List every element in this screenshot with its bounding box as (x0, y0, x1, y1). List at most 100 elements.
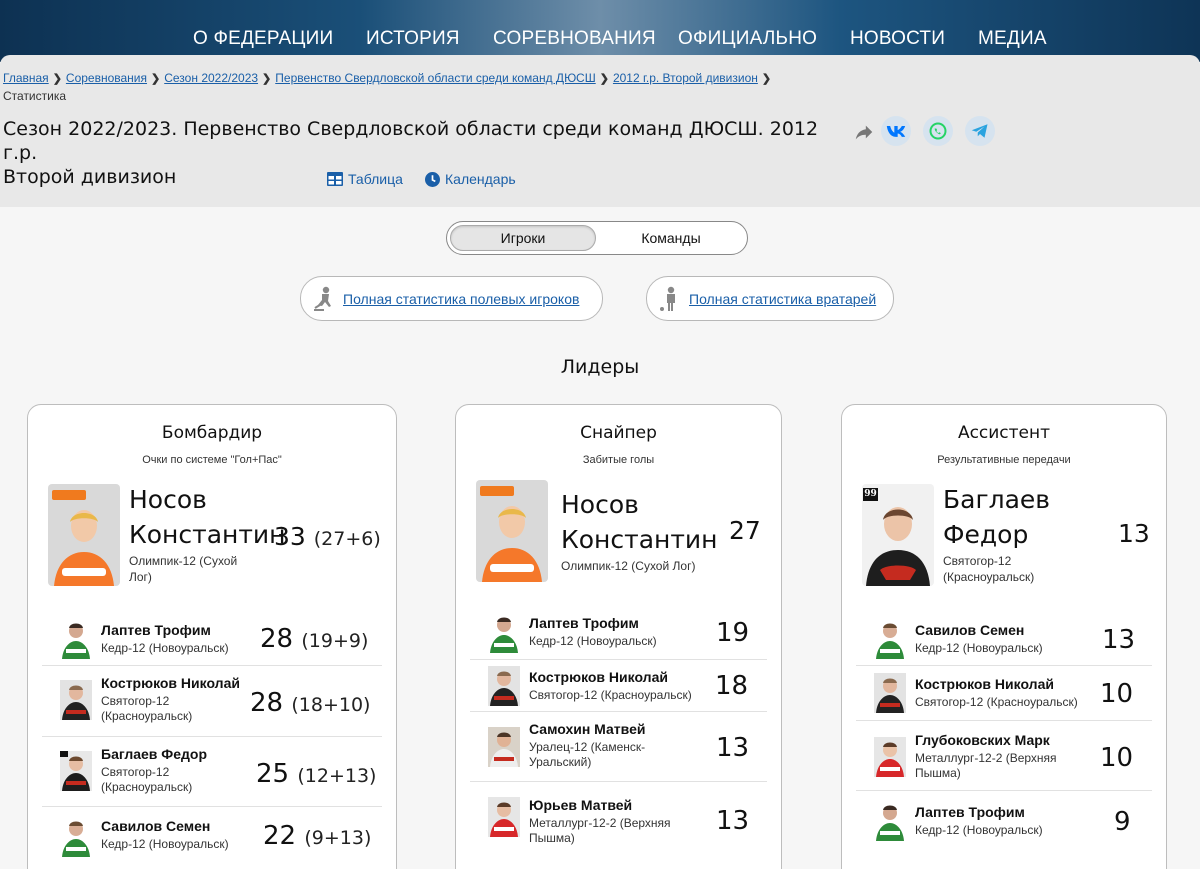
table-row[interactable]: Баглаев Федор Святогор-12 (Красноуральск… (42, 737, 382, 807)
row-player-team: Кедр-12 (Новоуральск) (915, 641, 1043, 655)
card-subtitle: Очки по системе "Гол+Пас" (142, 454, 282, 466)
leader-name[interactable]: Баглаев Федор (943, 482, 1050, 552)
row-points-detail: (12+13) (297, 765, 377, 787)
row-player-team: Святогор-12 (Красноуральск) (101, 765, 193, 794)
nav-item-federation[interactable]: О ФЕДЕРАЦИИ (193, 28, 333, 50)
row-player-team: Святогор-12 (Красноуральск) (915, 695, 1078, 709)
card-subtitle: Забитые голы (582, 454, 655, 466)
nav-item-news[interactable]: НОВОСТИ (850, 28, 945, 50)
nav-item-media[interactable]: МЕДИА (978, 28, 1047, 50)
card-title: Ассистент (957, 423, 1051, 443)
row-player-team: Кедр-12 (Новоуральск) (101, 837, 229, 851)
leader-name[interactable]: Носов Константин (561, 487, 718, 557)
row-player-name: Глубоковских Марк (915, 732, 1050, 748)
breadcrumb-home[interactable]: Главная (3, 71, 49, 85)
player-photo-icon (476, 480, 548, 582)
row-player-team: Металлург-12-2 (Верхняя Пышма) (529, 816, 671, 845)
leader-photo[interactable] (48, 484, 120, 586)
card-title: Бомбардир (161, 423, 263, 443)
card-assistant: Ассистент Результативные передачи 99 Баг… (841, 404, 1167, 869)
row-player-name: Лаптев Трофим (915, 804, 1025, 820)
telegram-share-button[interactable] (965, 116, 995, 146)
player-avatar-icon (60, 680, 92, 720)
leader-value: 13 (1118, 519, 1150, 548)
goalie-icon (660, 286, 675, 311)
vk-icon (886, 126, 906, 137)
table-row[interactable]: Глубоковских Марк Металлург-12-2 (Верхня… (856, 721, 1152, 791)
nav-item-official[interactable]: ОФИЦИАЛЬНО (678, 28, 817, 50)
row-player-name: Кострюков Николай (101, 675, 240, 691)
row-points: 10 (1100, 679, 1134, 709)
row-points: 9 (1114, 807, 1131, 837)
row-player-name: Лаптев Трофим (529, 615, 639, 631)
row-points: 25 (256, 759, 290, 789)
leader-photo[interactable]: 99 (862, 484, 934, 586)
table-row[interactable]: Кострюков Николай Святогор-12 (Красноура… (42, 666, 382, 737)
toggle-players[interactable]: Игроки (450, 225, 596, 251)
chevron-right-icon: ❯ (262, 73, 272, 85)
table-row[interactable]: Лаптев Трофим Кедр-12 (Новоуральск) 9 (856, 791, 1152, 851)
table-row[interactable]: Савилов Семен Кедр-12 (Новоуральск) 22 (… (42, 807, 382, 867)
card-sniper: Снайпер Забитые голы Носов Константин Ол… (455, 404, 782, 869)
player-avatar-icon (876, 623, 904, 659)
row-points: 28 (260, 624, 294, 654)
leader-first-name: Носов (129, 485, 207, 514)
telegram-icon (971, 124, 988, 138)
field-players-stats-label: Полная статистика полевых игроков (343, 290, 580, 307)
whatsapp-share-button[interactable] (923, 116, 953, 146)
leader-photo[interactable] (476, 480, 548, 582)
table-row[interactable]: Савилов Семен Кедр-12 (Новоуральск) 13 (856, 611, 1152, 666)
field-players-stats-link[interactable]: Полная статистика полевых игроков (300, 276, 603, 321)
chevron-right-icon: ❯ (599, 73, 609, 85)
player-avatar-icon (62, 821, 90, 857)
table-row[interactable]: Юрьев Матвей Металлург-12-2 (Верхняя Пыш… (470, 782, 767, 852)
row-points: 10 (1100, 743, 1134, 773)
card-title: Снайпер (580, 423, 657, 443)
row-points-detail: (18+10) (291, 694, 371, 716)
row-points: 18 (715, 671, 749, 701)
breadcrumb-championship[interactable]: Первенство Свердловской области среди ко… (275, 71, 595, 85)
player-avatar-icon (488, 727, 520, 767)
row-player-team: Кедр-12 (Новоуральск) (529, 634, 657, 648)
row-points: 28 (250, 688, 284, 718)
goalies-stats-label: Полная статистика вратарей (689, 290, 877, 307)
toggle-teams[interactable]: Команды (599, 225, 743, 251)
leader-last-name: Константин (561, 525, 718, 554)
player-avatar-icon (874, 673, 906, 713)
page-title: Сезон 2022/2023. Первенство Свердловской… (3, 117, 843, 189)
leaders-title: Лидеры (560, 356, 640, 378)
skater-icon (314, 286, 331, 311)
tab-table-label: Таблица (348, 171, 403, 187)
card-bombardier: Бомбардир Очки по системе "Гол+Пас" Носо… (27, 404, 397, 869)
table-row[interactable]: Кострюков Николай Святогор-12 (Красноура… (856, 666, 1152, 721)
table-row[interactable]: Лаптев Трофим Кедр-12 (Новоуральск) 19 (470, 605, 767, 660)
leader-team: Олимпик-12 (Сухой Лог) (129, 554, 238, 584)
nav-item-history[interactable]: ИСТОРИЯ (366, 28, 460, 50)
row-player-name: Самохин Матвей (529, 721, 646, 737)
table-row[interactable]: Самохин Матвей Уралец-12 (Каменск-Уральс… (470, 712, 767, 782)
breadcrumb-division[interactable]: 2012 г.р. Второй дивизион (613, 71, 758, 85)
vk-share-button[interactable] (881, 116, 911, 146)
page-title-line1: Сезон 2022/2023. Первенство Свердловской… (3, 118, 819, 164)
top-navigation: О ФЕДЕРАЦИИ ИСТОРИЯ СОРЕВНОВАНИЯ ОФИЦИАЛ… (0, 0, 1200, 62)
nav-menu: О ФЕДЕРАЦИИ ИСТОРИЯ СОРЕВНОВАНИЯ ОФИЦИАЛ… (0, 28, 1200, 56)
tab-calendar[interactable]: Календарь (425, 171, 516, 187)
leader-last-name: Федор (943, 520, 1029, 549)
clock-icon (425, 171, 440, 187)
table-icon (327, 172, 343, 186)
row-player-team: Кедр-12 (Новоуральск) (101, 641, 229, 655)
table-row[interactable]: Кострюков Николай Святогор-12 (Красноура… (470, 660, 767, 712)
nav-item-competitions[interactable]: СОРЕВНОВАНИЯ (493, 28, 656, 50)
row-player-name: Кострюков Николай (529, 669, 668, 685)
leader-name[interactable]: Носов Константин (129, 482, 286, 552)
breadcrumb-season[interactable]: Сезон 2022/2023 (164, 71, 258, 85)
chevron-right-icon: ❯ (761, 73, 772, 85)
leader-points: 33 (274, 522, 306, 551)
row-player-team: Святогор-12 (Красноуральск) (529, 688, 692, 702)
tab-table[interactable]: Таблица (327, 171, 403, 187)
table-row[interactable]: Лаптев Трофим Кедр-12 (Новоуральск) 28 (… (42, 611, 382, 666)
row-points-detail: (19+9) (301, 630, 369, 652)
row-points-detail: (9+13) (304, 827, 372, 849)
breadcrumb-competitions[interactable]: Соревнования (66, 71, 147, 85)
goalies-stats-link[interactable]: Полная статистика вратарей (646, 276, 894, 321)
